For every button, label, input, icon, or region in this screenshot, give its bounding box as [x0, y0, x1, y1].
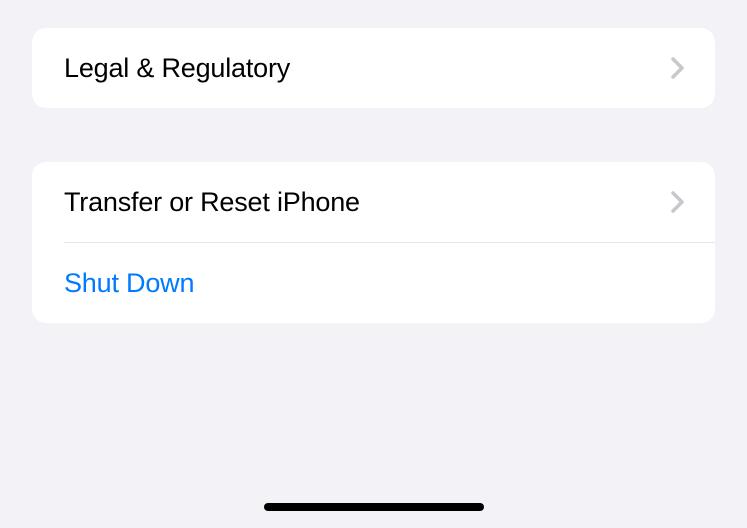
- settings-group-system: Transfer or Reset iPhone Shut Down: [32, 162, 715, 323]
- transfer-reset-row[interactable]: Transfer or Reset iPhone: [32, 162, 715, 242]
- chevron-right-icon: [671, 57, 685, 79]
- settings-group-legal: Legal & Regulatory: [32, 28, 715, 108]
- chevron-right-icon: [671, 191, 685, 213]
- legal-regulatory-label: Legal & Regulatory: [64, 53, 290, 84]
- shut-down-row[interactable]: Shut Down: [32, 243, 715, 323]
- home-indicator[interactable]: [264, 503, 484, 511]
- shut-down-label: Shut Down: [64, 268, 194, 299]
- transfer-reset-label: Transfer or Reset iPhone: [64, 187, 360, 218]
- legal-regulatory-row[interactable]: Legal & Regulatory: [32, 28, 715, 108]
